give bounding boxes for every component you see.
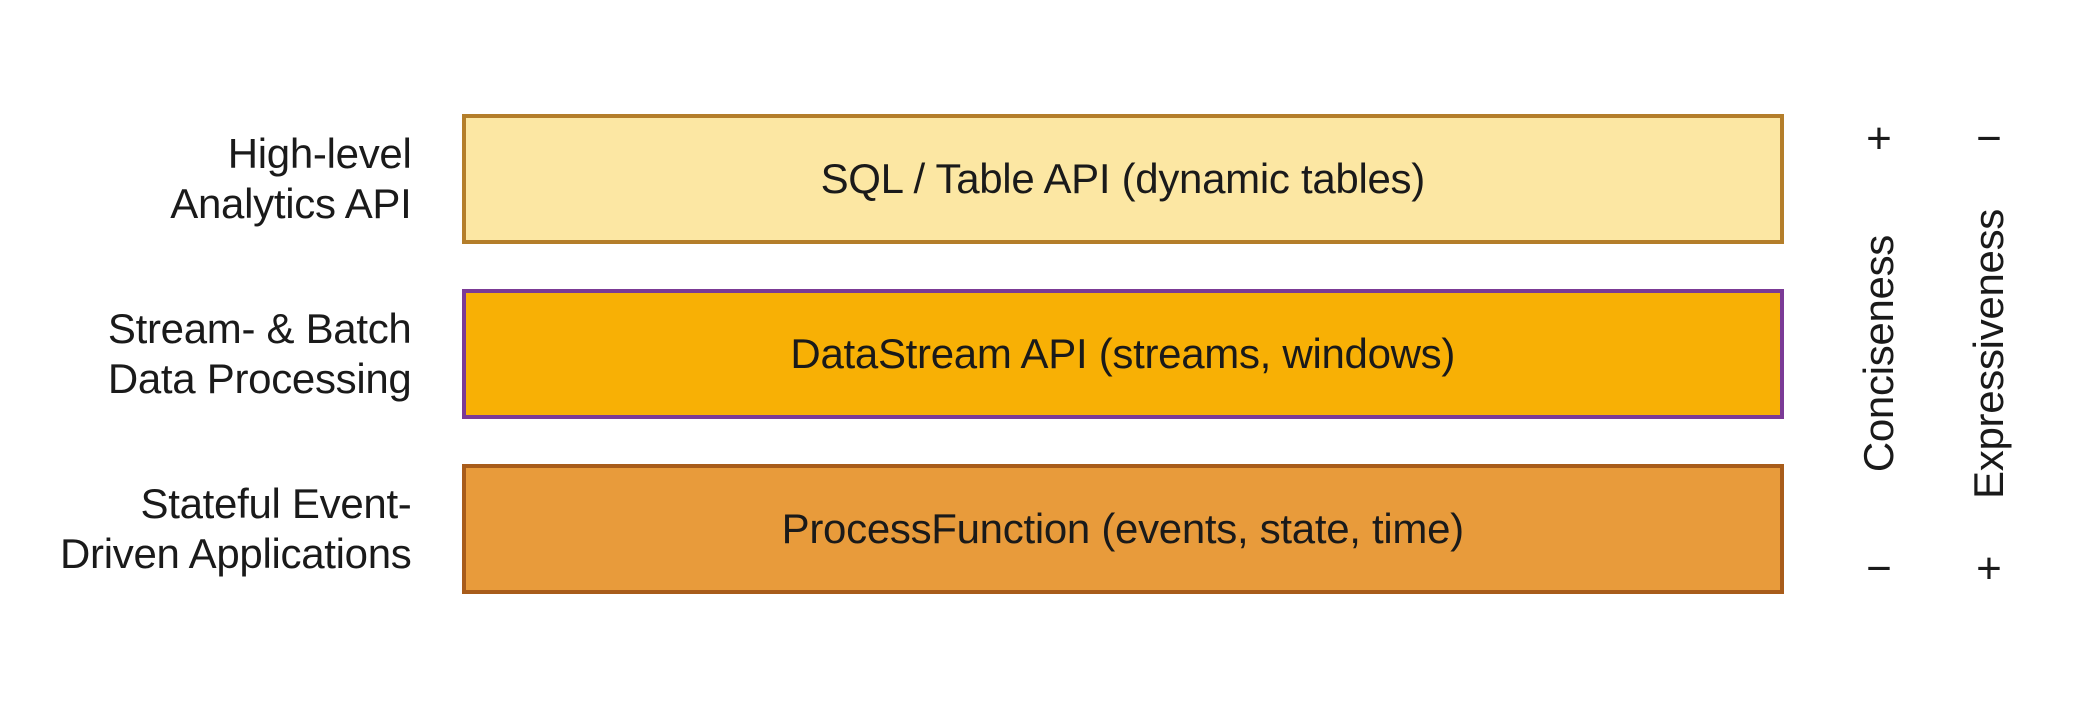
right-annotations-column: + Conciseness − − Expressiveness +	[1824, 114, 2014, 594]
api-box-processfunction: ProcessFunction (events, state, time)	[462, 464, 1785, 594]
layer-label-1-line2: Data Processing	[60, 354, 412, 404]
layered-api-diagram: High-level Analytics API Stream- & Batch…	[60, 114, 2014, 594]
expressiveness-annotation: − Expressiveness +	[1964, 114, 2014, 594]
expressiveness-bottom-sign: +	[1976, 544, 2002, 594]
api-box-datastream: DataStream API (streams, windows)	[462, 289, 1785, 419]
expressiveness-top-sign: −	[1976, 114, 2002, 164]
api-box-2-text: ProcessFunction (events, state, time)	[782, 505, 1464, 553]
api-box-0-text: SQL / Table API (dynamic tables)	[821, 155, 1425, 203]
api-box-sql-table: SQL / Table API (dynamic tables)	[462, 114, 1785, 244]
conciseness-label: Conciseness	[1855, 235, 1903, 472]
layer-label-1: Stream- & Batch Data Processing	[60, 289, 412, 419]
conciseness-bottom-sign: −	[1866, 544, 1892, 594]
layer-label-2-line1: Stateful Event-	[60, 479, 412, 529]
conciseness-top-sign: +	[1866, 114, 1892, 164]
layer-label-2: Stateful Event- Driven Applications	[60, 464, 412, 594]
api-box-1-text: DataStream API (streams, windows)	[790, 330, 1455, 378]
layer-label-2-line2: Driven Applications	[60, 529, 412, 579]
layer-label-0: High-level Analytics API	[60, 114, 412, 244]
layer-label-1-line1: Stream- & Batch	[60, 304, 412, 354]
api-boxes-column: SQL / Table API (dynamic tables) DataStr…	[462, 114, 1785, 594]
layer-label-0-line2: Analytics API	[60, 179, 412, 229]
layer-label-0-line1: High-level	[60, 129, 412, 179]
conciseness-annotation: + Conciseness −	[1854, 114, 1904, 594]
expressiveness-label: Expressiveness	[1965, 209, 2013, 499]
left-labels-column: High-level Analytics API Stream- & Batch…	[60, 114, 422, 594]
